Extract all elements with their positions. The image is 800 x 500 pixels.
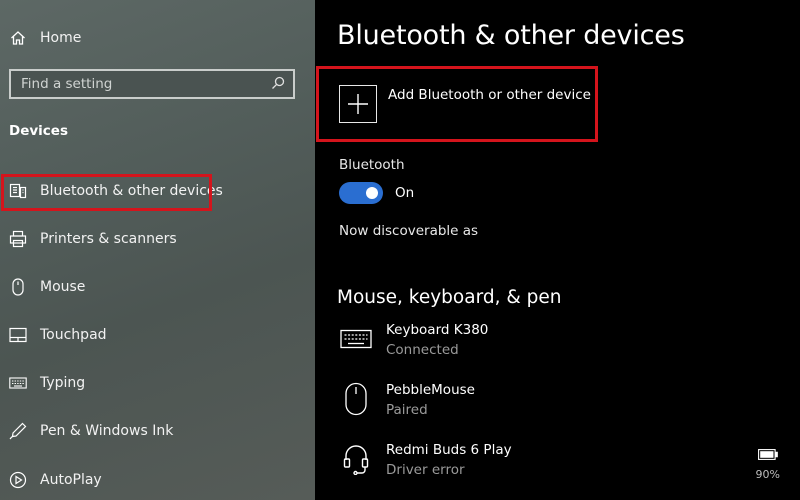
device-status: Connected: [386, 342, 459, 358]
toggle-knob: [366, 187, 378, 199]
home-icon: [9, 29, 27, 47]
keyboard-icon: [9, 374, 27, 392]
section-title: Devices: [9, 123, 68, 139]
device-headset[interactable]: Redmi Buds 6 Play Driver error: [339, 442, 789, 478]
sidebar-item-label: Home: [40, 30, 82, 46]
sidebar-item-label: Touchpad: [40, 327, 107, 343]
device-status: Driver error: [386, 462, 465, 478]
keyboard-icon: [339, 322, 373, 356]
mouse-icon: [9, 278, 27, 296]
battery-icon: [757, 445, 778, 464]
device-mouse[interactable]: PebbleMouse Paired: [339, 382, 789, 418]
page-title: Bluetooth & other devices: [337, 20, 685, 51]
bluetooth-toggle-row: On: [339, 182, 414, 204]
sidebar-item-touchpad[interactable]: Touchpad: [0, 317, 315, 353]
sidebar: Home Devices Bluetooth & other devices: [0, 0, 315, 500]
sidebar-item-mouse[interactable]: Mouse: [0, 269, 315, 305]
discoverable-text: Now discoverable as: [339, 223, 479, 239]
sidebar-item-label: Mouse: [40, 279, 86, 295]
device-name: Keyboard K380: [386, 322, 489, 338]
bluetooth-label: Bluetooth: [339, 157, 405, 173]
battery-indicator: 90%: [756, 445, 780, 481]
sidebar-item-label: Printers & scanners: [40, 231, 177, 247]
sidebar-item-autoplay[interactable]: AutoPlay: [0, 462, 315, 498]
device-name: Redmi Buds 6 Play: [386, 442, 512, 458]
battery-percent: 90%: [755, 468, 780, 481]
pen-icon: [9, 422, 27, 440]
add-device-highlight: [316, 66, 598, 142]
touchpad-icon: [9, 326, 27, 344]
main-panel: Bluetooth & other devices Add Bluetooth …: [315, 0, 800, 500]
device-status: Paired: [386, 402, 428, 418]
search-input[interactable]: [21, 76, 261, 92]
bluetooth-toggle[interactable]: [339, 182, 383, 204]
bluetooth-state: On: [395, 185, 415, 201]
sidebar-item-typing[interactable]: Typing: [0, 365, 315, 401]
device-name: PebbleMouse: [386, 382, 475, 398]
autoplay-icon: [9, 471, 27, 489]
sidebar-item-home[interactable]: Home: [0, 20, 315, 56]
mouse-icon: [339, 382, 373, 416]
search-icon[interactable]: [271, 75, 285, 94]
sidebar-item-label: Typing: [40, 375, 86, 391]
headset-icon: [339, 442, 373, 476]
sidebar-item-label: AutoPlay: [40, 472, 102, 488]
search-box[interactable]: [9, 69, 295, 99]
sidebar-item-pen[interactable]: Pen & Windows Ink: [0, 413, 315, 449]
section-heading: Mouse, keyboard, & pen: [337, 287, 562, 308]
sidebar-item-printers[interactable]: Printers & scanners: [0, 221, 315, 257]
selection-highlight: [1, 174, 212, 211]
device-keyboard[interactable]: Keyboard K380 Connected: [339, 322, 789, 358]
sidebar-item-label: Pen & Windows Ink: [40, 423, 174, 439]
printer-icon: [9, 230, 27, 248]
